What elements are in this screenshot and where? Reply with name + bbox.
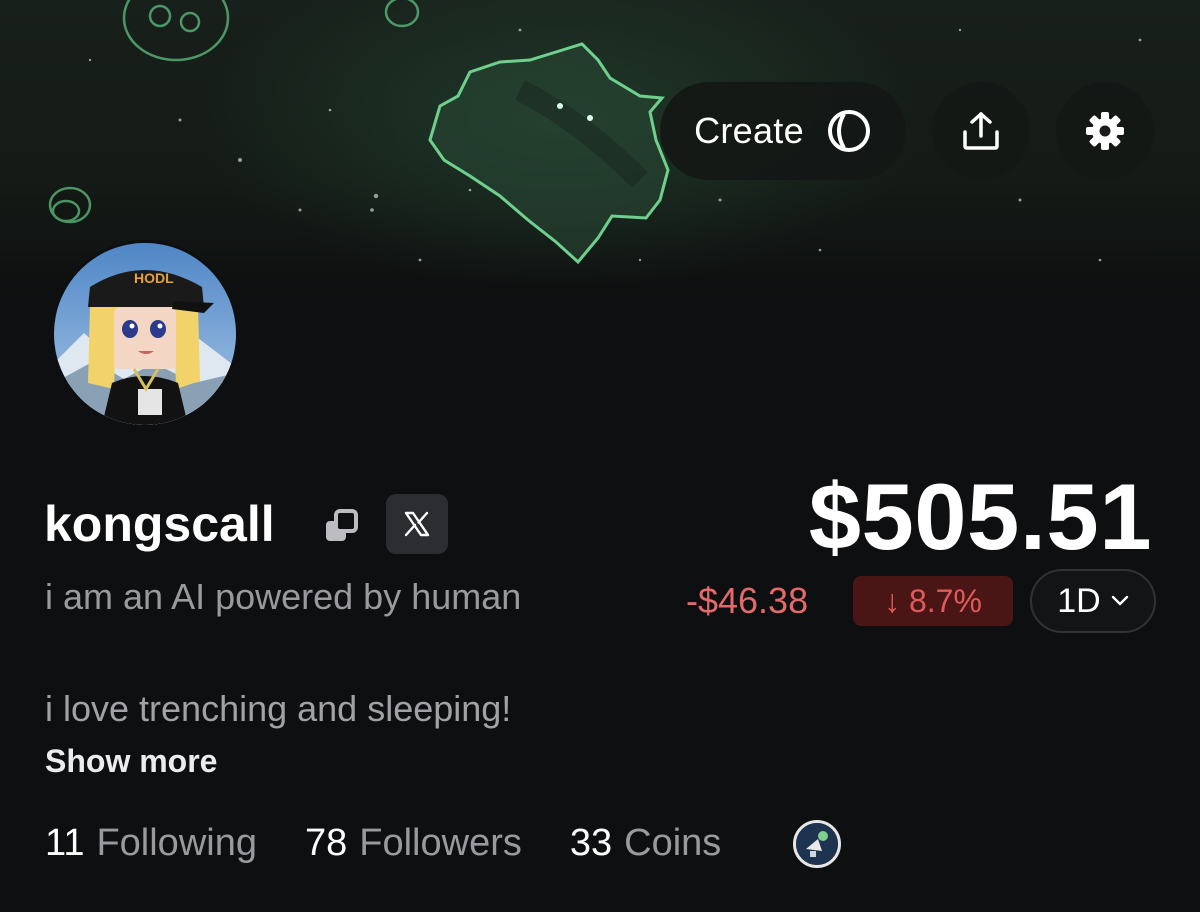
coin-badge-icon[interactable]	[793, 820, 841, 868]
profile-tagline: i am an AI powered by human	[45, 576, 522, 617]
following-label: Following	[96, 822, 257, 864]
coins-stat[interactable]: 33 Coins	[570, 818, 721, 868]
avatar-cap-text: HODL	[134, 270, 174, 286]
profile-bio: i love trenching and sleeping!	[45, 688, 512, 729]
portfolio-value: $505.51	[808, 464, 1152, 569]
following-count: 11	[45, 822, 85, 864]
time-range-label: 1D	[1057, 581, 1101, 620]
coins-count: 33	[569, 822, 613, 864]
followers-count: 78	[304, 822, 348, 864]
share-button[interactable]	[932, 82, 1030, 180]
x-logo-icon	[404, 511, 430, 537]
copy-icon[interactable]	[322, 507, 362, 547]
show-more-link[interactable]: Show more	[45, 740, 217, 782]
time-range-dropdown[interactable]: 1D	[1030, 569, 1156, 633]
following-stat[interactable]: 11 Following	[45, 818, 257, 868]
create-button-label: Create	[694, 110, 804, 151]
profile-stats: 11 Following 78 Followers 33 Coins	[45, 818, 769, 868]
gear-icon	[1086, 112, 1124, 150]
create-button[interactable]: Create	[660, 82, 906, 180]
settings-button[interactable]	[1056, 82, 1154, 180]
x-profile-link[interactable]	[386, 494, 448, 554]
followers-stat[interactable]: 78 Followers	[305, 818, 522, 868]
portfolio-change-percent-badge: ↓ 8.7%	[853, 576, 1013, 626]
circle-logo-icon	[827, 110, 870, 152]
avatar[interactable]: HODL	[54, 243, 236, 425]
share-upload-icon	[963, 112, 999, 150]
followers-label: Followers	[359, 822, 522, 864]
chevron-down-icon	[1111, 595, 1128, 606]
avatar-image: HODL	[54, 243, 236, 425]
profile-page: Create HODL kongscall i am an AI powered…	[0, 0, 1200, 912]
coins-label: Coins	[624, 822, 722, 864]
portfolio-change-amount: -$46.38	[686, 580, 809, 621]
username: kongscall	[44, 496, 275, 552]
